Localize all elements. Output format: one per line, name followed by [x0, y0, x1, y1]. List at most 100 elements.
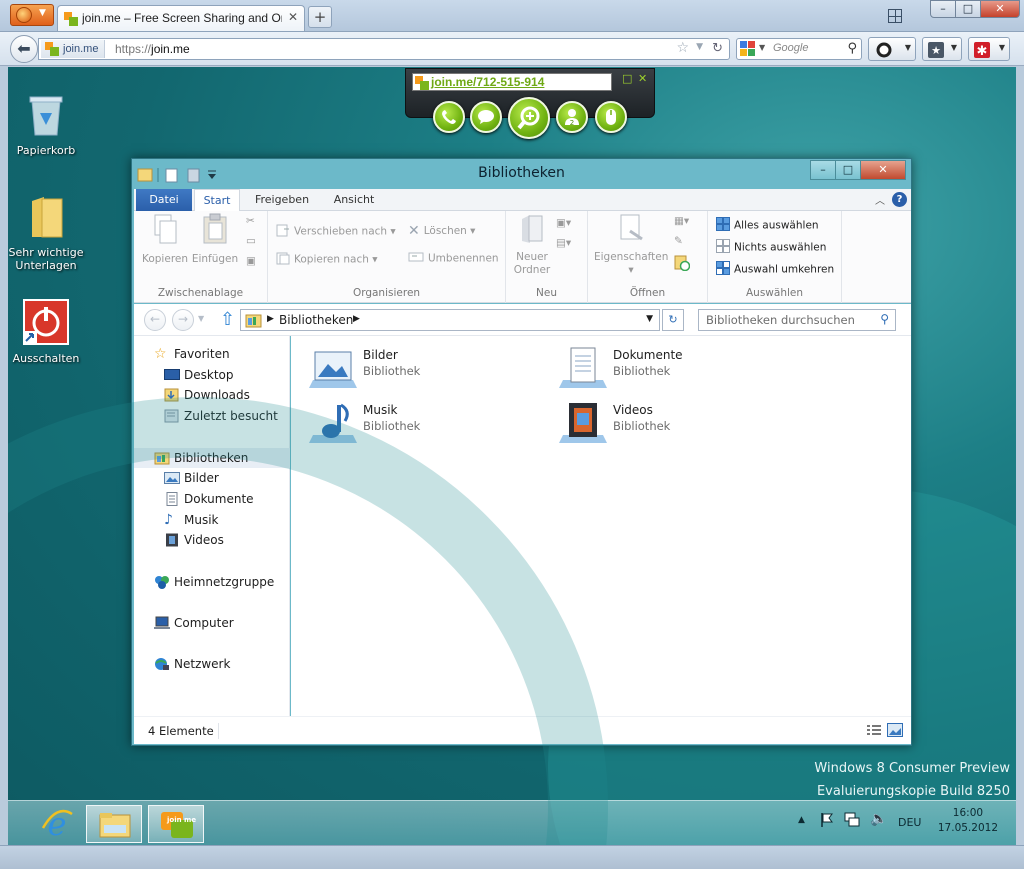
- taskbar-internet-explorer[interactable]: e: [30, 805, 86, 843]
- tab-datei[interactable]: Datei: [136, 189, 192, 211]
- taskbar-file-explorer[interactable]: [86, 805, 142, 843]
- joinme-phone-button[interactable]: [433, 101, 465, 133]
- tab-start[interactable]: Start: [194, 189, 240, 211]
- back-button[interactable]: ⬅: [10, 35, 38, 63]
- taskbar-joinme[interactable]: join me: [148, 805, 204, 843]
- easy-access-icon[interactable]: ▤▾: [556, 237, 571, 249]
- nav-item-netzwerk[interactable]: Netzwerk: [134, 654, 290, 674]
- url-history-dropdown-icon[interactable]: ▼: [696, 42, 703, 52]
- joinme-link-field[interactable]: join.me/712-515-914: [412, 73, 612, 91]
- explorer-minimize-button[interactable]: –: [810, 160, 836, 180]
- tab-close-icon[interactable]: ✕: [288, 10, 298, 24]
- joinme-zoom-button[interactable]: [508, 97, 550, 139]
- tab-ansicht[interactable]: Ansicht: [324, 189, 384, 211]
- rename-button[interactable]: Umbenennen: [408, 251, 499, 266]
- help-icon[interactable]: ?: [892, 192, 907, 207]
- up-arrow-icon[interactable]: ⇧: [220, 309, 235, 330]
- delete-button[interactable]: ✕ Löschen ▾: [408, 223, 475, 239]
- copy-path-icon[interactable]: ▭: [246, 235, 256, 247]
- extension-button[interactable]: ✱ ▼: [968, 37, 1010, 61]
- addon-button[interactable]: ▼: [868, 37, 916, 61]
- nav-item-recent[interactable]: Zuletzt besucht: [134, 406, 290, 426]
- address-dropdown-icon[interactable]: ▼: [646, 314, 653, 324]
- library-item-musik[interactable]: Musik Bibliothek: [309, 401, 559, 449]
- edit-icon[interactable]: ✎: [674, 235, 683, 247]
- nav-item-bibliotheken[interactable]: Bibliotheken: [134, 448, 290, 468]
- google-engine-icon[interactable]: [740, 41, 756, 57]
- nav-item-videos[interactable]: Videos: [134, 530, 290, 550]
- window-maximize-button[interactable]: □: [955, 0, 981, 18]
- reload-icon[interactable]: ↻: [712, 41, 723, 56]
- desktop-icon-recycle-bin[interactable]: Papierkorb: [8, 93, 86, 157]
- open-icon[interactable]: ▦▾: [674, 215, 689, 227]
- tab-groups-icon[interactable]: [888, 9, 902, 23]
- show-hidden-icons-chevron[interactable]: ▲: [798, 815, 805, 845]
- browser-tab-joinme[interactable]: join.me – Free Screen Sharing and Onlin……: [57, 5, 305, 31]
- new-item-icon[interactable]: ▣▾: [556, 217, 571, 229]
- library-item-bilder[interactable]: Bilder Bibliothek: [309, 346, 559, 394]
- joinme-minimize-icon[interactable]: □: [622, 72, 632, 85]
- url-text[interactable]: https://join.me: [115, 42, 190, 56]
- joinme-session-link[interactable]: join.me/712-515-914: [431, 75, 544, 89]
- joinme-participants-button[interactable]: 2: [556, 101, 588, 133]
- properties-button[interactable]: Eigenschaften ▾: [594, 213, 668, 277]
- search-bar[interactable]: ▼ Google ⚲: [736, 38, 862, 60]
- select-all-button[interactable]: Alles auswählen: [716, 217, 819, 234]
- cut-icon[interactable]: ✂: [246, 215, 255, 227]
- firefox-menu-button[interactable]: ▼: [10, 4, 54, 26]
- nav-item-downloads[interactable]: Downloads: [134, 385, 290, 405]
- address-bar[interactable]: ▶ Bibliotheken ▶ ▼: [240, 309, 660, 331]
- volume-icon[interactable]: 🔈: [870, 811, 887, 845]
- explorer-search-input[interactable]: Bibliotheken durchsuchen ⚲: [698, 309, 896, 331]
- nav-item-heimnetzgruppe[interactable]: Heimnetzgruppe: [134, 572, 290, 592]
- copy-to-button[interactable]: Kopieren nach ▾: [276, 251, 378, 268]
- joinme-chat-button[interactable]: [470, 101, 502, 133]
- language-indicator[interactable]: DEU: [898, 816, 921, 845]
- large-icons-view-icon[interactable]: [887, 723, 903, 740]
- library-item-dokumente[interactable]: Dokumente Bibliothek: [559, 346, 809, 394]
- desktop-icon-folder[interactable]: Sehr wichtige Unterlagen: [8, 195, 86, 272]
- recent-locations-icon[interactable]: ▼: [198, 314, 204, 323]
- desktop-icon-shutdown[interactable]: Ausschalten: [8, 299, 86, 365]
- new-tab-button[interactable]: +: [308, 6, 332, 28]
- nav-item-dokumente[interactable]: Dokumente: [134, 489, 290, 509]
- taskbar-clock[interactable]: 16:00 17.05.2012: [938, 806, 998, 836]
- paste-shortcut-icon[interactable]: ▣: [246, 255, 256, 267]
- invert-selection-button[interactable]: Auswahl umkehren: [716, 261, 834, 278]
- bookmark-star-icon[interactable]: ☆: [676, 40, 689, 56]
- library-item-videos[interactable]: Videos Bibliothek: [559, 401, 809, 449]
- nav-item-musik[interactable]: ♪ Musik: [134, 510, 290, 530]
- site-identity-button[interactable]: join.me: [41, 40, 106, 58]
- window-minimize-button[interactable]: –: [930, 0, 956, 18]
- explorer-back-button[interactable]: ←: [144, 309, 166, 331]
- details-view-icon[interactable]: [867, 724, 881, 739]
- paste-button[interactable]: Einfügen: [190, 213, 240, 266]
- url-bar[interactable]: join.me https://join.me ☆ ▼ ↻: [38, 38, 730, 60]
- new-folder-button[interactable]: Neuer Ordner: [510, 213, 554, 277]
- move-to-button[interactable]: Verschieben nach ▾: [276, 223, 396, 240]
- explorer-forward-button[interactable]: →: [172, 309, 194, 331]
- joinme-close-icon[interactable]: ✕: [638, 72, 647, 85]
- chevron-down-icon[interactable]: ▼: [759, 43, 765, 52]
- nav-item-favoriten[interactable]: ☆ Favoriten: [134, 344, 290, 364]
- action-center-flag-icon[interactable]: [820, 812, 834, 845]
- window-close-button[interactable]: ✕: [980, 0, 1020, 18]
- ribbon-collapse-icon[interactable]: ︿: [875, 192, 885, 207]
- bookmarks-button[interactable]: ★ ▼: [922, 37, 962, 61]
- explorer-maximize-button[interactable]: □: [835, 160, 861, 180]
- nav-item-desktop[interactable]: Desktop: [134, 365, 290, 385]
- copy-button[interactable]: Kopieren: [140, 213, 190, 266]
- joinme-mouse-button[interactable]: [595, 101, 627, 133]
- search-icon[interactable]: ⚲: [847, 41, 857, 56]
- refresh-button[interactable]: ↻: [662, 309, 684, 331]
- nav-item-computer[interactable]: Computer: [134, 613, 290, 633]
- breadcrumb-chevron-icon[interactable]: ▶: [267, 314, 274, 324]
- tab-freigeben[interactable]: Freigeben: [250, 189, 314, 211]
- breadcrumb-chevron-icon[interactable]: ▶: [353, 314, 360, 324]
- network-tray-icon[interactable]: [844, 812, 860, 845]
- nav-item-bilder[interactable]: Bilder: [134, 468, 290, 488]
- explorer-close-button[interactable]: ✕: [860, 160, 906, 180]
- history-icon[interactable]: [674, 255, 691, 274]
- select-none-button[interactable]: Nichts auswählen: [716, 239, 826, 256]
- breadcrumb-libraries[interactable]: Bibliotheken: [279, 313, 353, 327]
